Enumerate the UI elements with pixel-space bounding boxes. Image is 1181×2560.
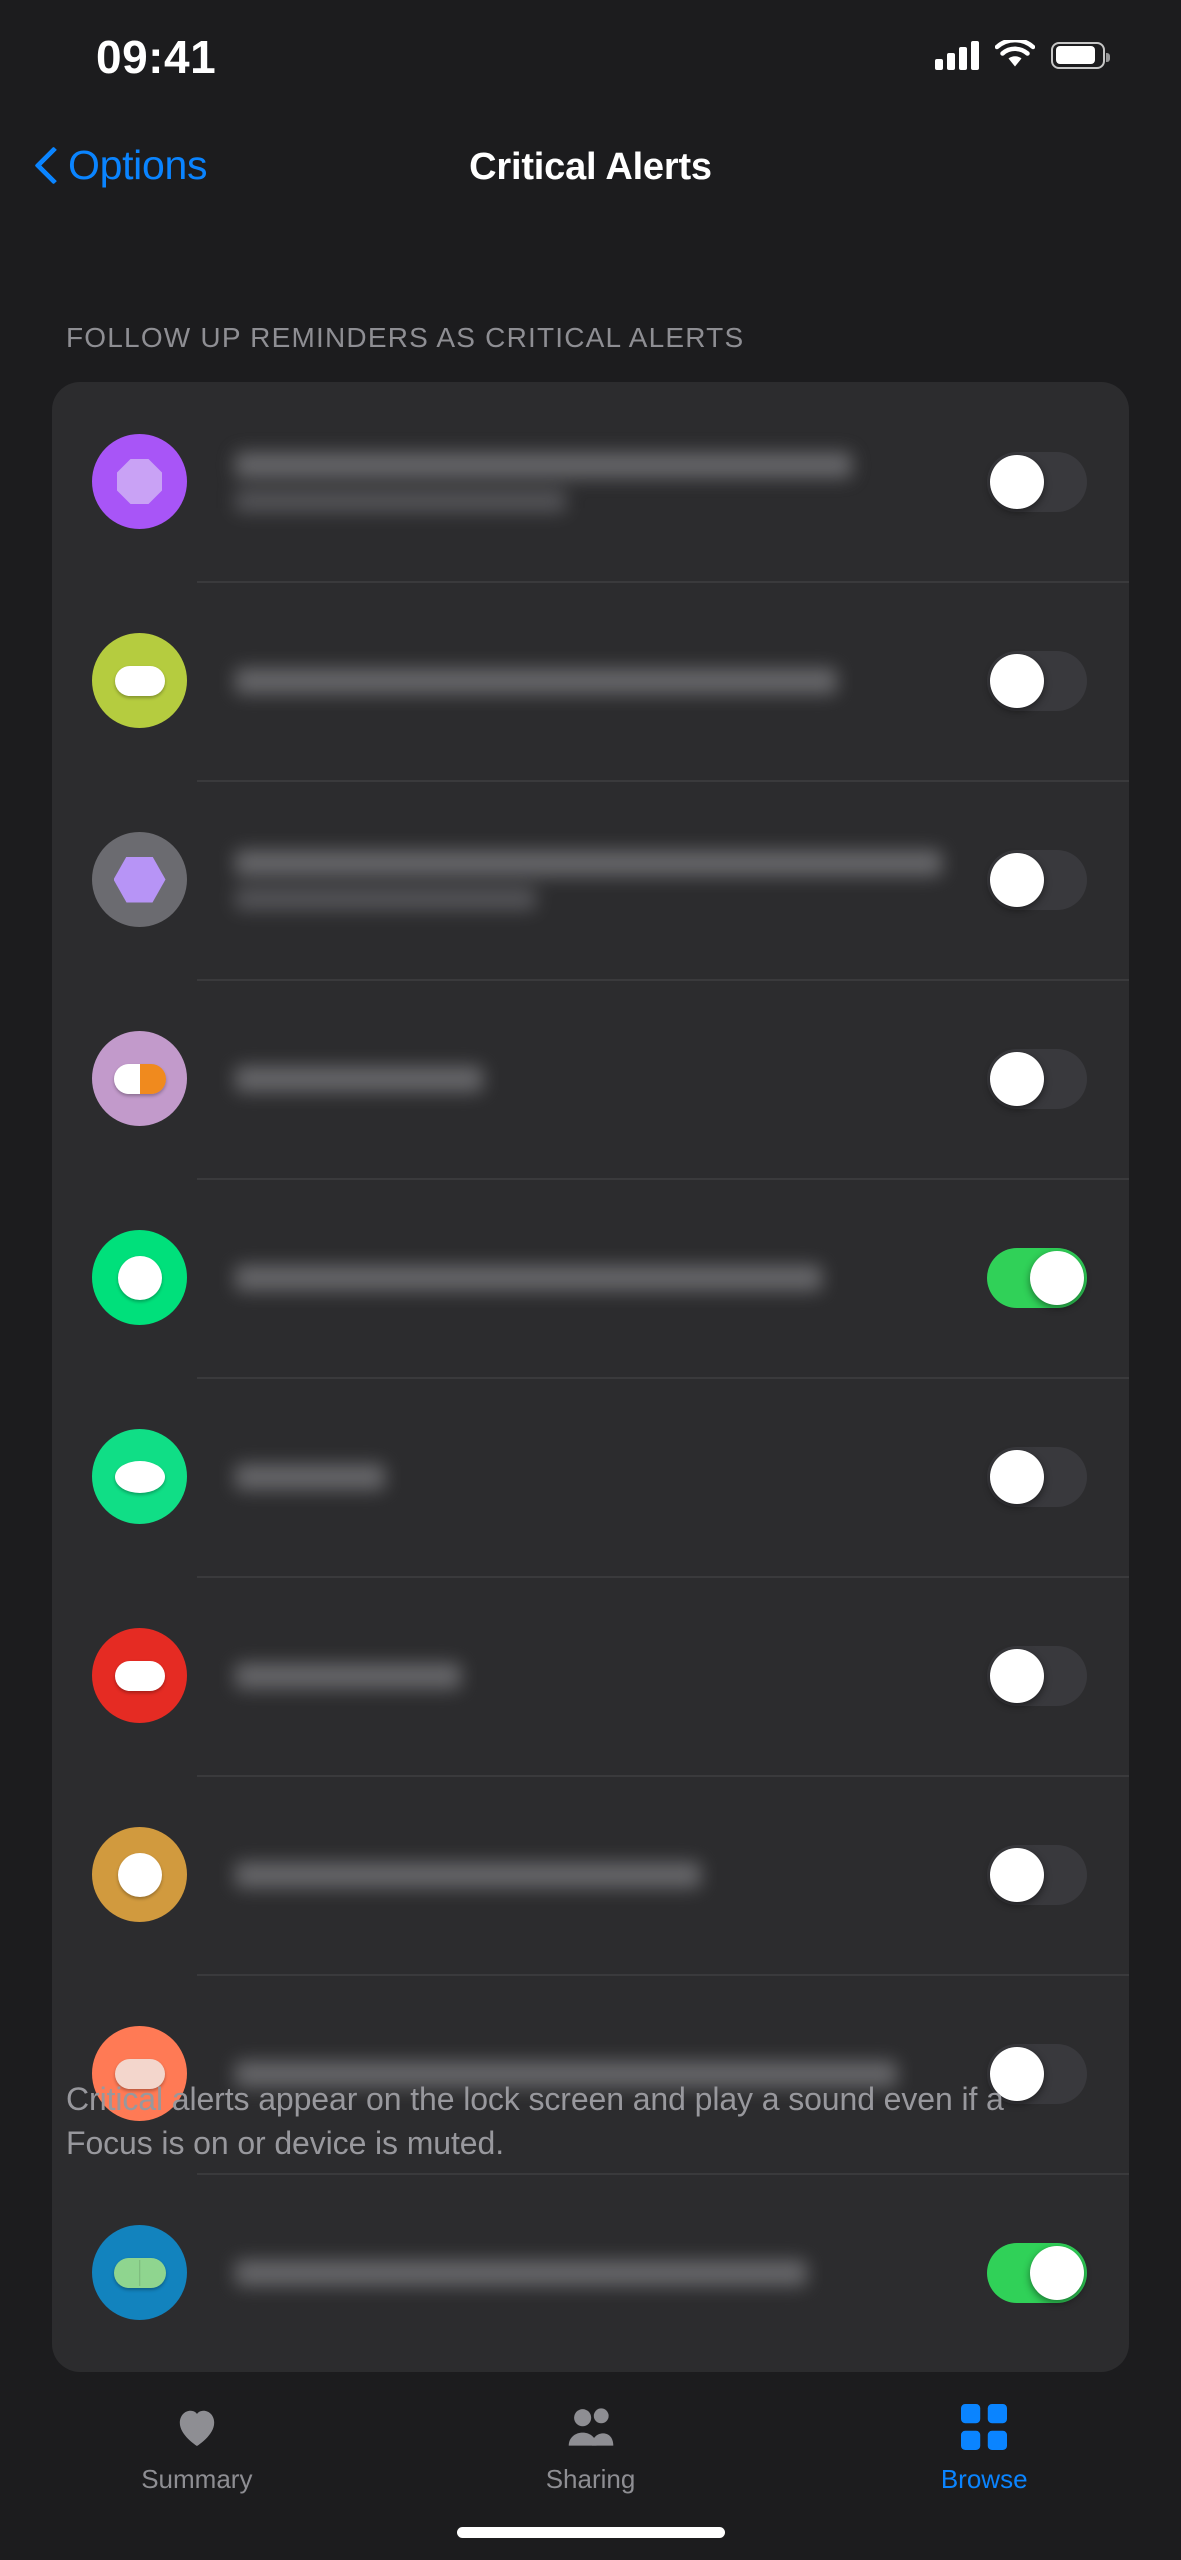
pill-shape xyxy=(113,2257,166,2288)
medication-icon-capsule-twotone xyxy=(92,1031,187,1126)
iphone-screen: 09:41 Options Critical Alerts FOLLOW UP … xyxy=(0,0,1181,2560)
toggle-knob xyxy=(1030,1250,1084,1305)
medication-name-redacted xyxy=(235,451,987,512)
section-header: FOLLOW UP REMINDERS AS CRITICAL ALERTS xyxy=(66,322,745,353)
pill-shape xyxy=(113,1063,166,1094)
medication-icon-capsule-yellowgreen xyxy=(92,633,187,728)
medication-icon-tablet-gold xyxy=(92,1827,187,1922)
medication-name-redacted xyxy=(235,1264,987,1291)
tab-summary-label: Summary xyxy=(141,2464,253,2494)
critical-alert-toggle[interactable] xyxy=(987,1048,1087,1109)
medication-name-redacted xyxy=(235,1065,987,1092)
medication-name-redacted xyxy=(235,2259,987,2286)
tab-browse[interactable]: Browse xyxy=(787,2402,1181,2495)
critical-alert-toggle[interactable] xyxy=(987,2242,1087,2303)
pill-shape xyxy=(114,1660,165,1691)
toggle-knob xyxy=(990,852,1044,907)
toggle-knob xyxy=(1030,2245,1084,2300)
critical-alert-toggle[interactable] xyxy=(987,1446,1087,1507)
toggle-knob xyxy=(990,1449,1044,1504)
people-icon xyxy=(565,2402,617,2452)
medication-name-redacted xyxy=(235,667,987,694)
medication-name-redacted xyxy=(235,1662,987,1689)
tab-browse-label: Browse xyxy=(940,2464,1028,2494)
pill-shape xyxy=(113,856,166,903)
pill-shape xyxy=(114,665,165,696)
pill-shape xyxy=(117,1852,162,1897)
medication-icon-capsule-red xyxy=(92,1628,187,1723)
medication-name-redacted xyxy=(235,849,987,910)
pill-shape xyxy=(117,459,162,504)
toggle-knob xyxy=(990,1847,1044,1902)
medication-icon-hexagon-gray xyxy=(92,832,187,927)
home-indicator xyxy=(456,2527,725,2538)
medication-row[interactable] xyxy=(52,1178,1129,1377)
status-bar: 09:41 xyxy=(0,0,1181,118)
tab-sharing[interactable]: Sharing xyxy=(394,2402,788,2495)
pill-shape xyxy=(117,1255,162,1300)
navigation-bar: Options Critical Alerts xyxy=(0,118,1181,223)
medication-row[interactable] xyxy=(52,780,1129,979)
critical-alert-toggle[interactable] xyxy=(987,650,1087,711)
battery-icon xyxy=(1051,41,1110,69)
critical-alert-toggle[interactable] xyxy=(987,1844,1087,1905)
status-bar-time: 09:41 xyxy=(96,31,217,83)
status-bar-indicators xyxy=(935,33,1110,77)
critical-alerts-list xyxy=(52,382,1129,2372)
wifi-icon xyxy=(995,40,1035,67)
grid-icon xyxy=(961,2402,1008,2452)
heart-icon xyxy=(174,2402,220,2452)
medication-icon-oval-green xyxy=(92,1429,187,1524)
tab-summary[interactable]: Summary xyxy=(0,2402,394,2495)
toggle-knob xyxy=(990,454,1044,509)
tab-sharing-label: Sharing xyxy=(545,2464,636,2494)
critical-alert-toggle[interactable] xyxy=(987,1645,1087,1706)
medication-icon-octagon-purple xyxy=(92,434,187,529)
cellular-signal-icon xyxy=(935,40,979,70)
medication-icon-capsule-blue xyxy=(92,2225,187,2320)
medication-icon-tablet-green xyxy=(92,1230,187,1325)
toggle-knob xyxy=(990,653,1044,708)
medication-row[interactable] xyxy=(52,1576,1129,1775)
medication-row[interactable] xyxy=(52,1377,1129,1576)
pill-shape xyxy=(114,1460,165,1493)
medication-row[interactable] xyxy=(52,382,1129,581)
critical-alert-toggle[interactable] xyxy=(987,849,1087,910)
medication-name-redacted xyxy=(235,1463,987,1490)
medication-row[interactable] xyxy=(52,979,1129,1178)
medication-row[interactable] xyxy=(52,581,1129,780)
critical-alert-toggle[interactable] xyxy=(987,451,1087,512)
critical-alert-toggle[interactable] xyxy=(987,1247,1087,1308)
medication-name-redacted xyxy=(235,1861,987,1888)
page-title: Critical Alerts xyxy=(469,146,712,188)
toggle-knob xyxy=(990,1051,1044,1106)
medication-row[interactable] xyxy=(52,2173,1129,2372)
toggle-knob xyxy=(990,1648,1044,1703)
medication-row[interactable] xyxy=(52,1775,1129,1974)
footer-note: Critical alerts appear on the lock scree… xyxy=(66,2081,1004,2161)
